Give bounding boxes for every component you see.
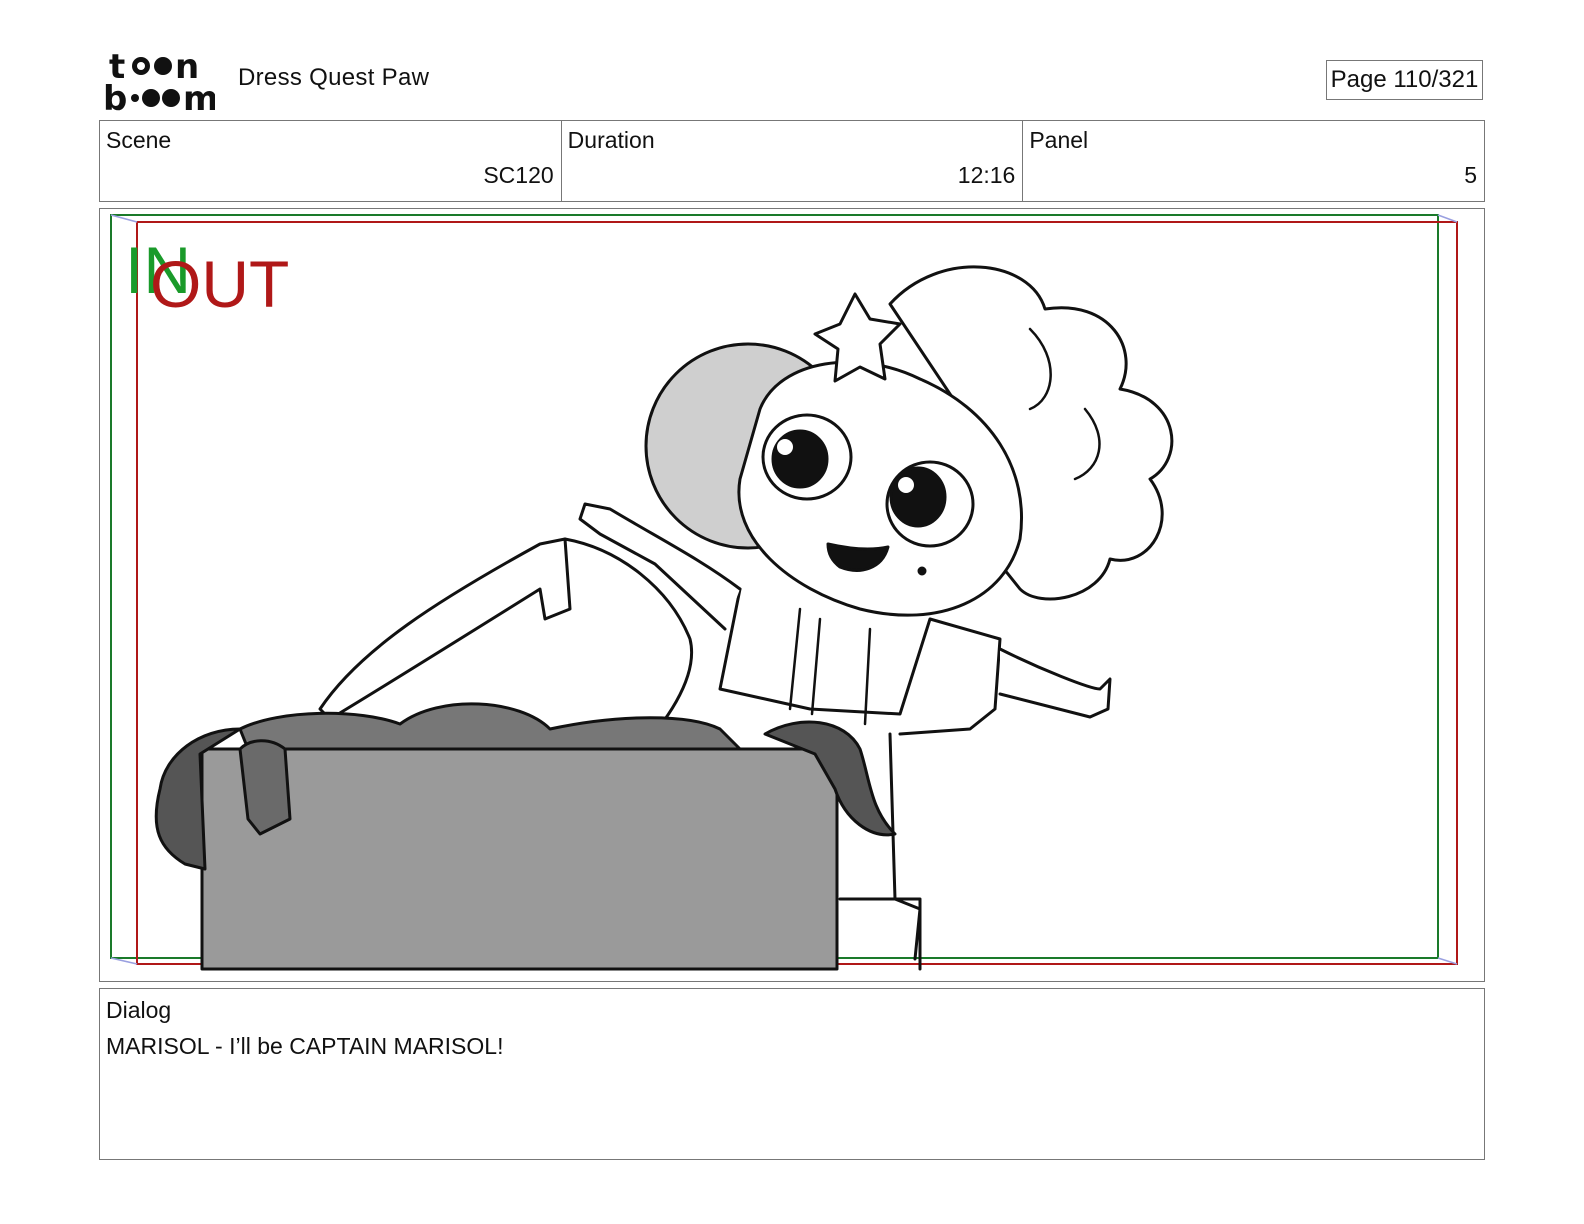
svg-text:b: b [103,79,127,112]
duration-label: Duration [567,127,655,153]
scene-cell: Scene SC120 [100,121,562,201]
dialog-label: Dialog [106,997,172,1023]
dialog-box: Dialog MARISOL - I’ll be CAPTAIN MARISOL… [99,988,1485,1160]
panel-info-table: Scene SC120 Duration 12:16 Panel 5 [99,120,1485,202]
storyboard-panel: IN OUT [99,208,1485,982]
clothes-box [154,702,897,971]
duration-cell: Duration 12:16 [562,121,1024,201]
panel-drawing: IN OUT [110,214,1458,971]
page-indicator: Page 110/321 [1326,60,1483,100]
panel-label: Panel [1029,127,1089,153]
scene-value: SC120 [483,162,554,188]
scene-label: Scene [106,127,172,153]
panel-value: 5 [1464,162,1478,188]
toon-boom-logo: t n b m [103,47,218,119]
project-title: Dress Quest Paw [238,64,430,91]
panel-cell: Panel 5 [1023,121,1484,201]
out-marker: OUT [150,247,289,321]
svg-text:m: m [183,79,215,112]
duration-value: 12:16 [957,162,1016,188]
dialog-text: MARISOL - I’ll be CAPTAIN MARISOL! [106,1033,504,1059]
